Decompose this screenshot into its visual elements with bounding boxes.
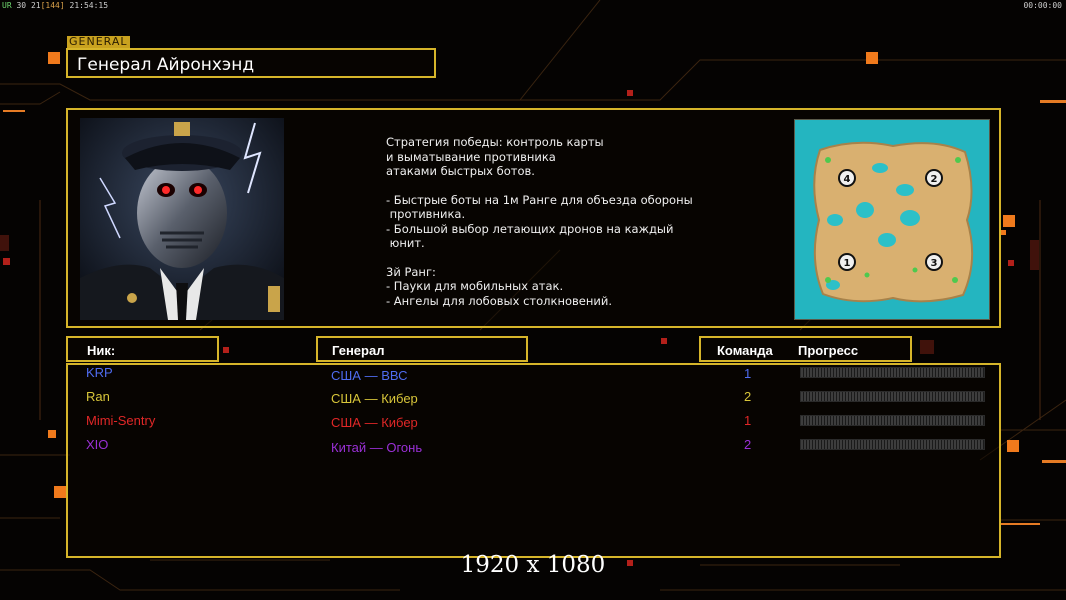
desc-line: и выматывание противника — [386, 149, 556, 164]
fps-label: UR — [2, 1, 12, 10]
ping-value: 21 — [30, 1, 41, 10]
player-general: США — ВВС — [331, 368, 408, 383]
player-progress-bar — [800, 367, 985, 378]
header-nick: Ник: — [87, 343, 116, 358]
player-progress-bar — [800, 415, 985, 426]
header-nick-box: Ник: — [66, 336, 219, 362]
desc-line: Стратегия победы: контроль карты — [386, 135, 604, 149]
map-spawn-2: 2 — [931, 174, 938, 185]
player-progress-bar — [800, 439, 985, 450]
header-progress: Прогресс — [798, 343, 859, 358]
resolution-label: 1920 x 1080 — [460, 552, 606, 578]
general-description: Стратегия победы: контроль карты и вымат… — [386, 135, 746, 308]
general-title-box: Генерал Айронхэнд — [66, 48, 436, 78]
desc-line: - Большой выбор летающих дронов на кажды… — [386, 221, 674, 236]
player-nick: XIO — [86, 437, 109, 452]
player-general: Китай — Огонь — [331, 440, 423, 455]
player-general: США — Кибер — [331, 391, 418, 406]
player-progress-bar — [800, 391, 985, 402]
general-portrait — [80, 118, 284, 320]
desc-line: атаками быстрых ботов. — [386, 164, 535, 178]
player-general: США — Кибер — [331, 415, 418, 430]
header-general: Генерал — [332, 343, 385, 358]
player-nick: Ran — [86, 389, 110, 404]
desc-line: - Быстрые боты на 1м Ранге для объезда о… — [386, 192, 693, 207]
map-spawn-3: 3 — [931, 258, 938, 269]
player-team: 1 — [744, 366, 752, 381]
player-team: 2 — [744, 389, 752, 404]
desc-line: юнит. — [386, 236, 425, 250]
game-timer: 00:00:00 — [1023, 1, 1062, 10]
header-team: Команда — [717, 343, 773, 358]
map-spawn-1: 1 — [844, 258, 851, 269]
map-spawn-4: 4 — [844, 174, 851, 185]
clock: 21:54:15 — [69, 1, 109, 10]
general-tag: GENERAL — [67, 35, 130, 48]
desc-line — [386, 179, 746, 193]
desc-line: - Пауки для мобильных атак. — [386, 279, 564, 293]
general-name: Генерал Айронхэнд — [77, 55, 255, 75]
player-nick: Mimi-Sentry — [86, 413, 156, 428]
player-team: 1 — [744, 413, 752, 428]
desc-line: 3й Ранг: — [386, 264, 436, 279]
player-team: 2 — [744, 437, 752, 452]
fps-value: 30 — [16, 1, 27, 10]
header-general-box: Генерал — [316, 336, 528, 362]
desc-line: - Ангелы для лобовых столкновений. — [386, 293, 612, 308]
desc-line — [386, 251, 746, 265]
map-preview: 1 2 3 4 — [794, 119, 990, 320]
player-nick: KRP — [86, 365, 113, 380]
ping-avg: [144] — [40, 1, 65, 10]
perf-overlay: UR 30 21[144] 21:54:15 — [2, 1, 108, 10]
header-team-progress-box: Команда Прогресс — [699, 336, 912, 362]
desc-line: противника. — [386, 207, 466, 221]
